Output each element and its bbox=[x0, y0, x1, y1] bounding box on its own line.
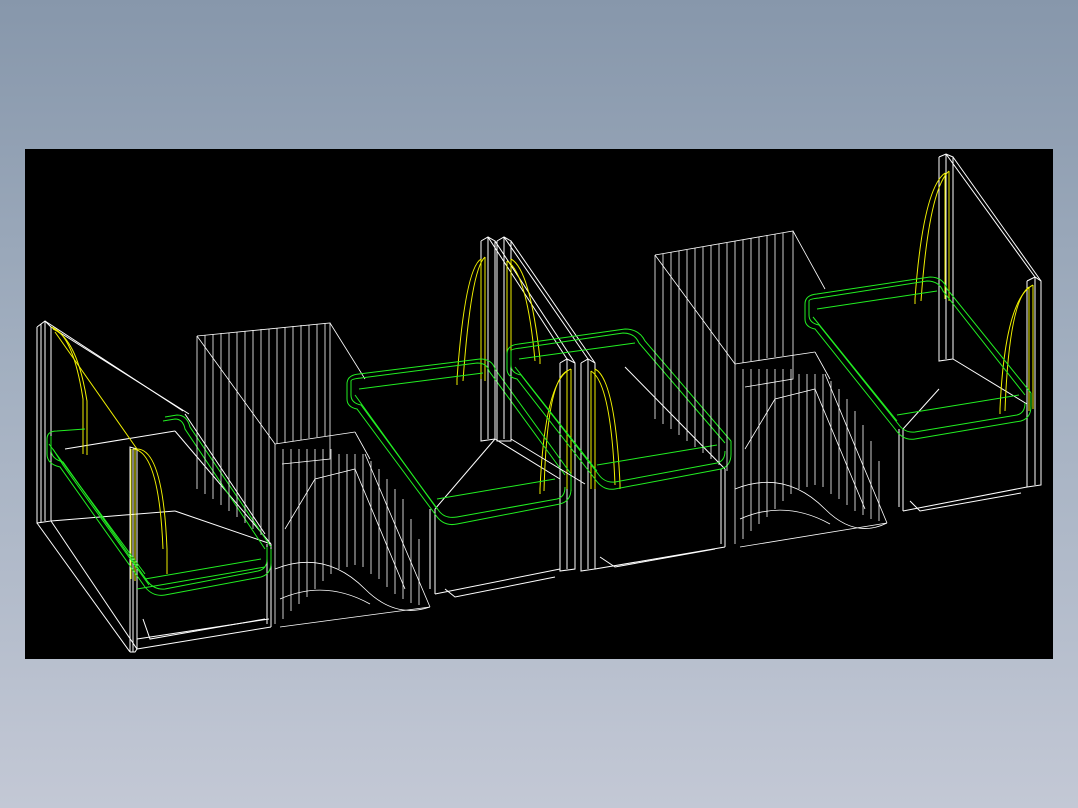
right-sofa bbox=[804, 153, 1042, 512]
left-table bbox=[196, 322, 431, 628]
right-sofa-armrest bbox=[914, 170, 1034, 414]
wireframe-scene bbox=[36, 153, 1042, 653]
right-table bbox=[654, 230, 888, 548]
middle-right-sofa-frame bbox=[496, 236, 726, 572]
left-sofa bbox=[36, 320, 272, 653]
middle-left-sofa-armrest bbox=[456, 256, 572, 494]
right-table-hatch bbox=[662, 233, 888, 539]
middle-left-sofa-cushion bbox=[346, 358, 572, 525]
cad-viewport[interactable] bbox=[25, 149, 1053, 659]
left-sofa-frame bbox=[36, 320, 272, 653]
left-sofa-armrest bbox=[50, 326, 168, 581]
right-sofa-frame bbox=[898, 153, 1042, 512]
middle-right-sofa bbox=[496, 236, 732, 572]
